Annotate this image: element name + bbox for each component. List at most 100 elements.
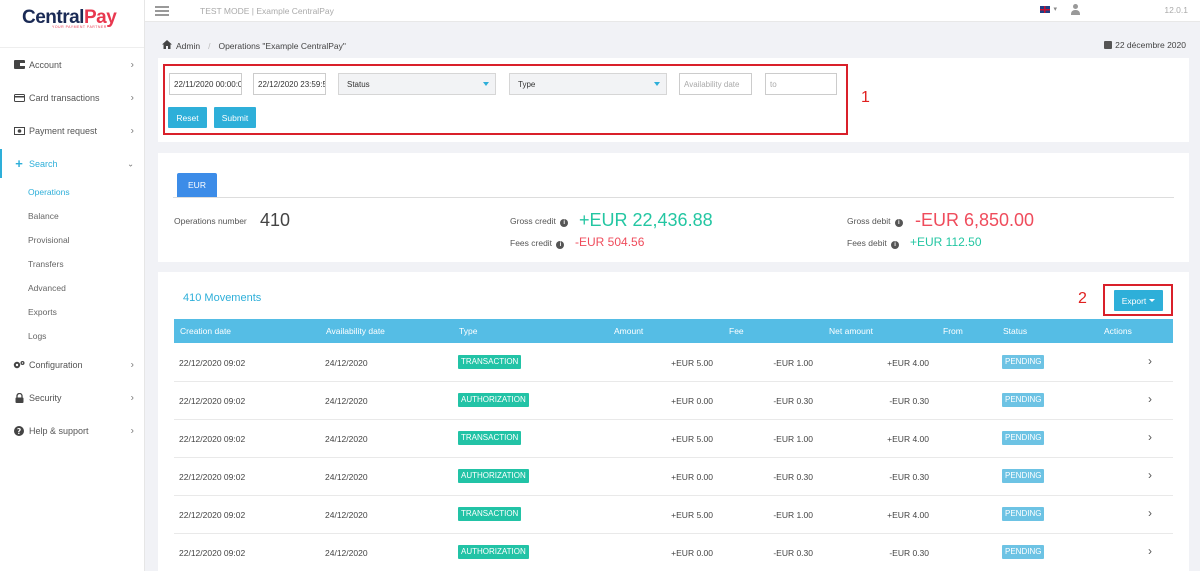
hamburger-menu-icon[interactable]: [155, 4, 169, 18]
chevron-right-icon: ›: [130, 392, 134, 403]
calendar-icon: [1104, 41, 1113, 49]
cell-amount: +EUR 0.00: [671, 472, 713, 482]
sidebar-item-help-support[interactable]: ? Help & support ›: [0, 414, 144, 447]
type-select[interactable]: Type: [509, 73, 667, 95]
availability-date-input[interactable]: Availability date: [679, 73, 752, 95]
col-actions: Actions: [1104, 326, 1132, 336]
cell-amount: +EUR 5.00: [671, 434, 713, 444]
annotation-2: 2: [1078, 290, 1087, 307]
sidebar-subitem-balance[interactable]: Balance: [0, 204, 144, 228]
export-button[interactable]: Export: [1114, 290, 1163, 311]
filter-panel: 22/11/2020 00:00:00 22/12/2020 23:59:59 …: [158, 58, 1189, 142]
operations-number-label: Operations number: [174, 216, 247, 226]
chevron-right-icon[interactable]: ›: [1148, 506, 1152, 520]
movements-panel: 410 Movements Export Creation date Avail…: [158, 272, 1189, 571]
caret-down-icon: [483, 82, 489, 86]
chevron-down-icon: ⌄: [127, 159, 134, 168]
type-badge: AUTHORIZATION: [458, 393, 529, 407]
cell-availability-date: 24/12/2020: [325, 472, 368, 482]
chevron-right-icon[interactable]: ›: [1148, 468, 1152, 482]
fees-debit-value: +EUR 112.50: [910, 235, 982, 249]
sidebar-subitem-logs[interactable]: Logs: [0, 324, 144, 348]
availability-to-input[interactable]: to: [765, 73, 837, 95]
sidebar-item-search[interactable]: + Search ⌄: [0, 147, 144, 180]
cell-fee: -EUR 0.30: [773, 396, 813, 406]
caret-down-icon[interactable]: ▾: [1053, 5, 1057, 13]
sidebar-subitem-provisional[interactable]: Provisional: [0, 228, 144, 252]
credit-card-icon: [12, 93, 26, 102]
cell-availability-date: 24/12/2020: [325, 548, 368, 558]
sidebar-subitem-advanced[interactable]: Advanced: [0, 276, 144, 300]
cell-net-amount: +EUR 4.00: [887, 358, 929, 368]
start-date-input[interactable]: 22/11/2020 00:00:00: [169, 73, 242, 95]
col-fee[interactable]: Fee: [729, 326, 744, 336]
annotation-1: 1: [861, 89, 870, 106]
info-icon: i: [560, 219, 569, 227]
table-row[interactable]: 22/12/2020 09:02 24/12/2020 AUTHORIZATIO…: [174, 382, 1173, 420]
sidebar-item-configuration[interactable]: Configuration ›: [0, 348, 144, 381]
sidebar-item-label: Help & support: [29, 425, 89, 436]
col-net-amount[interactable]: Net amount: [829, 326, 873, 336]
current-date: 22 décembre 2020: [1104, 40, 1186, 50]
cell-fee: -EUR 0.30: [773, 548, 813, 558]
chevron-right-icon[interactable]: ›: [1148, 354, 1152, 368]
gross-debit-label: Gross debit i: [847, 216, 903, 227]
sidebar-item-card-transactions[interactable]: Card transactions ›: [0, 81, 144, 114]
info-icon: i: [556, 241, 565, 249]
table-row[interactable]: 22/12/2020 09:02 24/12/2020 TRANSACTION …: [174, 344, 1173, 382]
cell-amount: +EUR 5.00: [671, 510, 713, 520]
sidebar-item-account[interactable]: Account ›: [0, 48, 144, 81]
col-status[interactable]: Status: [1003, 326, 1027, 336]
col-creation-date[interactable]: Creation date: [180, 326, 231, 336]
sidebar-subitem-operations[interactable]: Operations: [0, 180, 144, 204]
sidebar-item-security[interactable]: Security ›: [0, 381, 144, 414]
caret-down-icon: [654, 82, 660, 86]
table-row[interactable]: 22/12/2020 09:02 24/12/2020 AUTHORIZATIO…: [174, 534, 1173, 571]
col-type[interactable]: Type: [459, 326, 477, 336]
uk-flag-icon[interactable]: [1040, 6, 1050, 13]
caret-down-icon: [1149, 299, 1156, 302]
cell-fee: -EUR 1.00: [773, 510, 813, 520]
end-date-input[interactable]: 22/12/2020 23:59:59: [253, 73, 326, 95]
cell-amount: +EUR 5.00: [671, 358, 713, 368]
gears-icon: [12, 360, 26, 370]
col-availability-date[interactable]: Availability date: [326, 326, 385, 336]
cell-creation-date: 22/12/2020 09:02: [179, 434, 246, 444]
chevron-right-icon[interactable]: ›: [1148, 392, 1152, 406]
chevron-right-icon[interactable]: ›: [1148, 544, 1152, 558]
reset-button[interactable]: Reset: [168, 107, 207, 128]
cell-creation-date: 22/12/2020 09:02: [179, 358, 246, 368]
sidebar-subitem-exports[interactable]: Exports: [0, 300, 144, 324]
wallet-icon: [12, 60, 26, 69]
sidebar-subitem-transfers[interactable]: Transfers: [0, 252, 144, 276]
chevron-right-icon[interactable]: ›: [1148, 430, 1152, 444]
status-badge: PENDING: [1002, 545, 1045, 559]
col-from[interactable]: From: [943, 326, 963, 336]
gross-credit-value: +EUR 22,436.88: [579, 210, 713, 230]
type-badge: AUTHORIZATION: [458, 545, 529, 559]
cell-creation-date: 22/12/2020 09:02: [179, 396, 246, 406]
status-select[interactable]: Status: [338, 73, 496, 95]
table-row[interactable]: 22/12/2020 09:02 24/12/2020 TRANSACTION …: [174, 420, 1173, 458]
cell-availability-date: 24/12/2020: [325, 358, 368, 368]
breadcrumb-admin[interactable]: Admin: [176, 41, 200, 51]
col-amount[interactable]: Amount: [614, 326, 643, 336]
user-icon[interactable]: [1070, 4, 1080, 16]
status-badge: PENDING: [1002, 431, 1045, 445]
summary-panel: EUR Operations number 410 Gross credit i…: [158, 153, 1189, 262]
cell-availability-date: 24/12/2020: [325, 434, 368, 444]
cell-creation-date: 22/12/2020 09:02: [179, 548, 246, 558]
cell-fee: -EUR 0.30: [773, 472, 813, 482]
tab-eur[interactable]: EUR: [177, 173, 217, 197]
sidebar-item-payment-request[interactable]: Payment request ›: [0, 114, 144, 147]
table-row[interactable]: 22/12/2020 09:02 24/12/2020 AUTHORIZATIO…: [174, 458, 1173, 496]
home-icon[interactable]: [162, 40, 172, 51]
sidebar: CentralPay YOUR PAYMENT PARTNER Account …: [0, 0, 145, 571]
question-icon: ?: [12, 425, 26, 436]
chevron-right-icon: ›: [130, 425, 134, 436]
status-badge: PENDING: [1002, 355, 1045, 369]
table-row[interactable]: 22/12/2020 09:02 24/12/2020 TRANSACTION …: [174, 496, 1173, 534]
submit-button[interactable]: Submit: [214, 107, 256, 128]
cell-availability-date: 24/12/2020: [325, 510, 368, 520]
logo[interactable]: CentralPay YOUR PAYMENT PARTNER: [0, 0, 144, 36]
